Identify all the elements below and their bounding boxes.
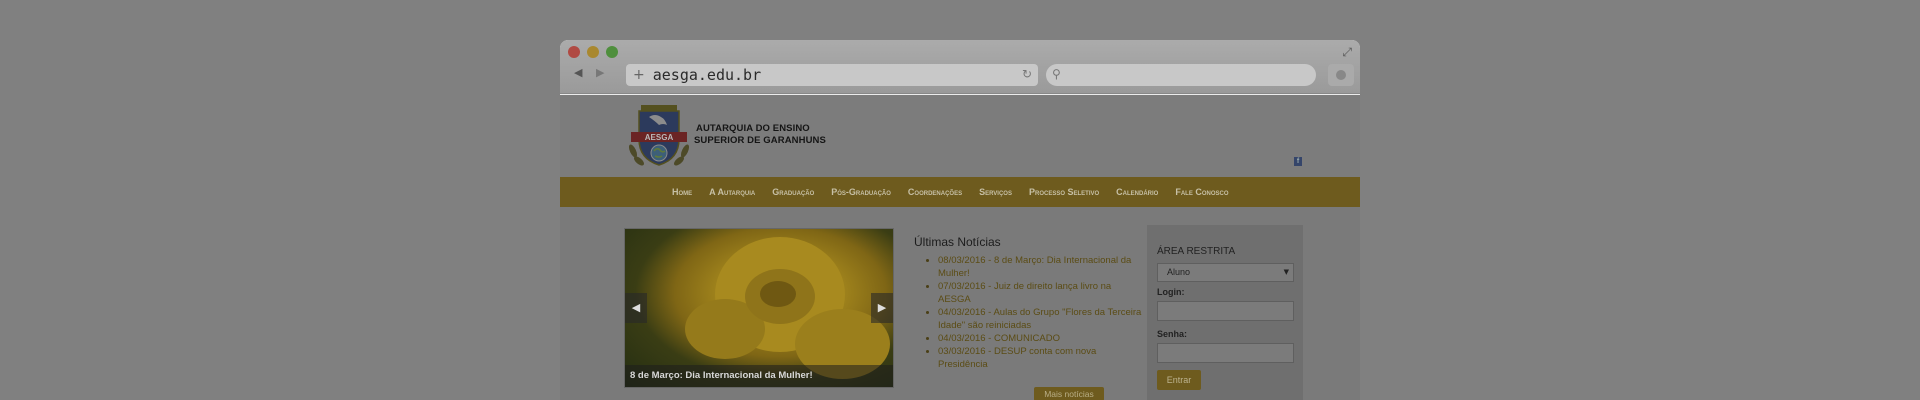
minimize-window-button[interactable] [587,46,599,58]
login-label: Login: [1157,287,1185,297]
news-item: 03/03/2016 - DESUP conta com nova Presid… [938,345,1144,371]
user-type-value: Aluno [1167,267,1191,277]
expand-icon[interactable]: ⤢ [1342,45,1352,60]
news-list: 08/03/2016 - 8 de Março: Dia Internacion… [914,254,1144,371]
menu-item-coordenacoes[interactable]: Coordenações [908,187,962,197]
slider-caption[interactable]: 8 de Março: Dia Internacional da Mulher! [625,365,893,387]
back-icon[interactable]: ◀ [574,66,582,79]
news-link[interactable]: 04/03/2016 - Aulas do Grupo "Flores da T… [938,307,1141,331]
rose-image-part [760,281,796,307]
news-link[interactable]: 04/03/2016 - COMUNICADO [938,333,1060,344]
login-input[interactable] [1157,301,1294,321]
news-link[interactable]: 08/03/2016 - 8 de Março: Dia Internacion… [938,255,1131,279]
address-bar[interactable]: + aesga.edu.br ↻ [626,64,1038,86]
password-input[interactable] [1157,343,1294,363]
slider-next-icon[interactable]: ▶ [871,293,893,323]
restricted-area-title: ÁREA RESTRITA [1157,246,1236,257]
password-label: Senha: [1157,329,1188,339]
news-link[interactable]: 07/03/2016 - Juiz de direito lança livro… [938,281,1111,305]
menu-item-pos-graduacao[interactable]: Pós-Graduação [831,187,891,197]
news-link[interactable]: 03/03/2016 - DESUP conta com nova Presid… [938,346,1096,370]
search-icon: ⚲ [1052,67,1061,81]
news-title: Últimas Notícias [914,235,1001,249]
image-slider[interactable]: ◀ ▶ 8 de Março: Dia Internacional da Mul… [624,228,894,388]
menu-item-servicos[interactable]: Serviços [979,187,1012,197]
more-news-button[interactable]: Mais notícias [1034,387,1104,400]
menu-item-home[interactable]: Home [672,187,692,197]
browser-window: ⤢ ◀ ▶ + aesga.edu.br ↻ ⚲ AESGA AUTARQUIA… [560,40,1360,400]
news-item: 04/03/2016 - Aulas do Grupo "Flores da T… [938,306,1144,332]
extension-button[interactable] [1328,64,1354,86]
latest-news: Últimas Notícias 08/03/2016 - 8 de Março… [914,235,1144,371]
maximize-window-button[interactable] [606,46,618,58]
facebook-icon[interactable]: f [1294,157,1302,166]
menu-item-calendario[interactable]: Calendário [1116,187,1158,197]
menu-item-graduacao[interactable]: Graduação [772,187,814,197]
search-bar[interactable]: ⚲ [1046,64,1316,86]
url-text[interactable]: aesga.edu.br [653,66,761,84]
logo-text: AESGA [645,133,674,142]
slider-prev-icon[interactable]: ◀ [625,293,647,323]
org-name-line2: SUPERIOR DE GARANHUNS [694,135,826,146]
news-item: 07/03/2016 - Juiz de direito lança livro… [938,280,1144,306]
menu-item-fale-conosco[interactable]: Fale Conosco [1175,187,1228,197]
browser-toolbar: ⤢ ◀ ▶ + aesga.edu.br ↻ ⚲ [560,40,1360,94]
restricted-area-panel: ÁREA RESTRITA Aluno ▼ Login: Senha: Entr… [1147,225,1303,400]
dropdown-arrow-icon: ▼ [1283,268,1289,276]
plus-icon[interactable]: + [633,67,645,83]
site-header: AESGA AUTARQUIA DO ENSINO SUPERIOR DE GA… [560,95,1360,177]
reload-icon[interactable]: ↻ [1022,67,1032,81]
user-type-select[interactable]: Aluno ▼ [1157,263,1294,282]
aesga-logo[interactable]: AESGA [627,103,691,169]
menu-item-autarquia[interactable]: A Autarquia [709,187,755,197]
org-name: AUTARQUIA DO ENSINO SUPERIOR DE GARANHUN… [694,123,826,147]
forward-icon[interactable]: ▶ [596,66,604,79]
menu-item-processo-seletivo[interactable]: Processo Seletivo [1029,187,1099,197]
main-content: ◀ ▶ 8 de Março: Dia Internacional da Mul… [560,207,1360,400]
main-menu: Home A Autarquia Graduação Pós-Graduação… [560,177,1360,207]
news-item: 04/03/2016 - COMUNICADO [938,332,1144,345]
news-item: 08/03/2016 - 8 de Março: Dia Internacion… [938,254,1144,280]
close-window-button[interactable] [568,46,580,58]
login-submit-button[interactable]: Entrar [1157,370,1201,390]
web-page: AESGA AUTARQUIA DO ENSINO SUPERIOR DE GA… [560,95,1360,400]
org-name-line1: AUTARQUIA DO ENSINO [696,123,810,134]
